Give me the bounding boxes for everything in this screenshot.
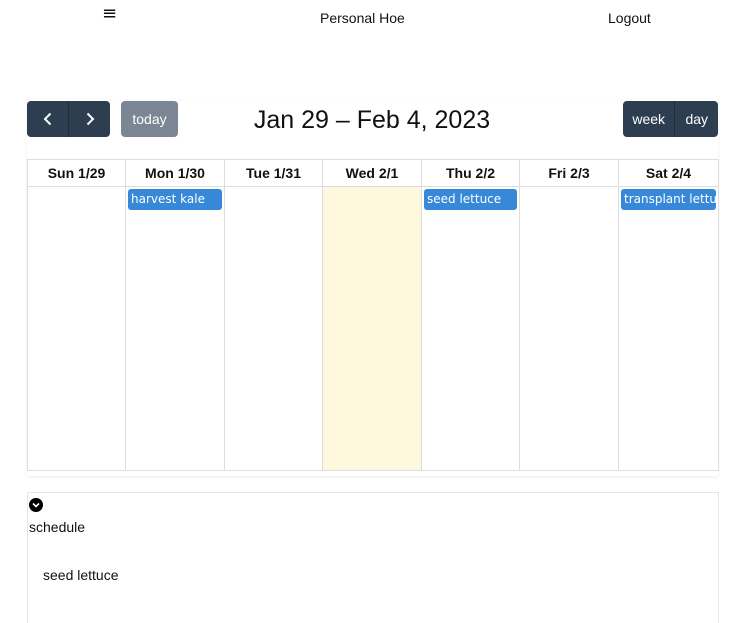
next-button[interactable] [69, 101, 110, 137]
nav-button-group [27, 101, 110, 137]
chevron-left-icon [43, 112, 51, 126]
today-button[interactable]: today [121, 101, 178, 137]
day-header: Mon 1/30 [126, 160, 224, 187]
calendar-event[interactable]: transplant lettuce [621, 189, 716, 210]
week-view-button[interactable]: week [623, 101, 676, 137]
app-title: Personal Hoe [320, 10, 405, 26]
calendar-toolbar: today Jan 29 – Feb 4, 2023 week day [27, 100, 718, 140]
day-column[interactable]: Wed 2/1 [323, 160, 422, 470]
day-header: Tue 1/31 [225, 160, 322, 187]
calendar-event[interactable]: harvest kale [128, 189, 222, 210]
top-nav: ≡ Personal Hoe Logout [0, 0, 748, 36]
week-grid: Sun 1/29 Mon 1/30 harvest kale Tue 1/31 Wed … [27, 159, 719, 471]
day-column[interactable]: Mon 1/30 harvest kale [126, 160, 225, 470]
schedule-label: schedule [29, 519, 86, 535]
day-cell[interactable] [225, 187, 322, 470]
day-cell[interactable]: harvest kale [126, 187, 224, 470]
day-header: Sat 2/4 [619, 160, 718, 187]
calendar: today Jan 29 – Feb 4, 2023 week day Sun … [27, 100, 719, 476]
day-view-button[interactable]: day [675, 101, 718, 137]
chevron-right-icon [86, 112, 94, 126]
day-column[interactable]: Fri 2/3 [520, 160, 619, 470]
day-column[interactable]: Thu 2/2 seed lettuce [422, 160, 520, 470]
chevron-down-icon [32, 502, 40, 508]
day-cell[interactable] [323, 187, 421, 470]
day-header: Fri 2/3 [520, 160, 618, 187]
day-header: Thu 2/2 [422, 160, 519, 187]
schedule-panel: schedule seed lettuce [27, 492, 719, 623]
day-cell[interactable] [520, 187, 618, 470]
calendar-event[interactable]: seed lettuce [424, 189, 517, 210]
view-button-group: week day [623, 101, 718, 137]
day-column[interactable]: Sat 2/4transplant lettuce [619, 160, 718, 470]
schedule-toggle[interactable] [29, 498, 43, 512]
day-cell[interactable] [28, 187, 125, 470]
logout-link[interactable]: Logout [608, 10, 651, 26]
day-column[interactable]: Tue 1/31 [225, 160, 323, 470]
day-cell[interactable]: seed lettuce [422, 187, 519, 470]
hamburger-menu-icon[interactable]: ≡ [102, 4, 117, 24]
prev-button[interactable] [27, 101, 69, 137]
day-header: Wed 2/1 [323, 160, 421, 187]
day-header: Sun 1/29 [28, 160, 125, 187]
schedule-item[interactable]: seed lettuce [43, 567, 119, 583]
day-cell[interactable]: transplant lettuce [619, 187, 718, 470]
day-column[interactable]: Sun 1/29 [28, 160, 126, 470]
date-range-title: Jan 29 – Feb 4, 2023 [253, 106, 491, 134]
